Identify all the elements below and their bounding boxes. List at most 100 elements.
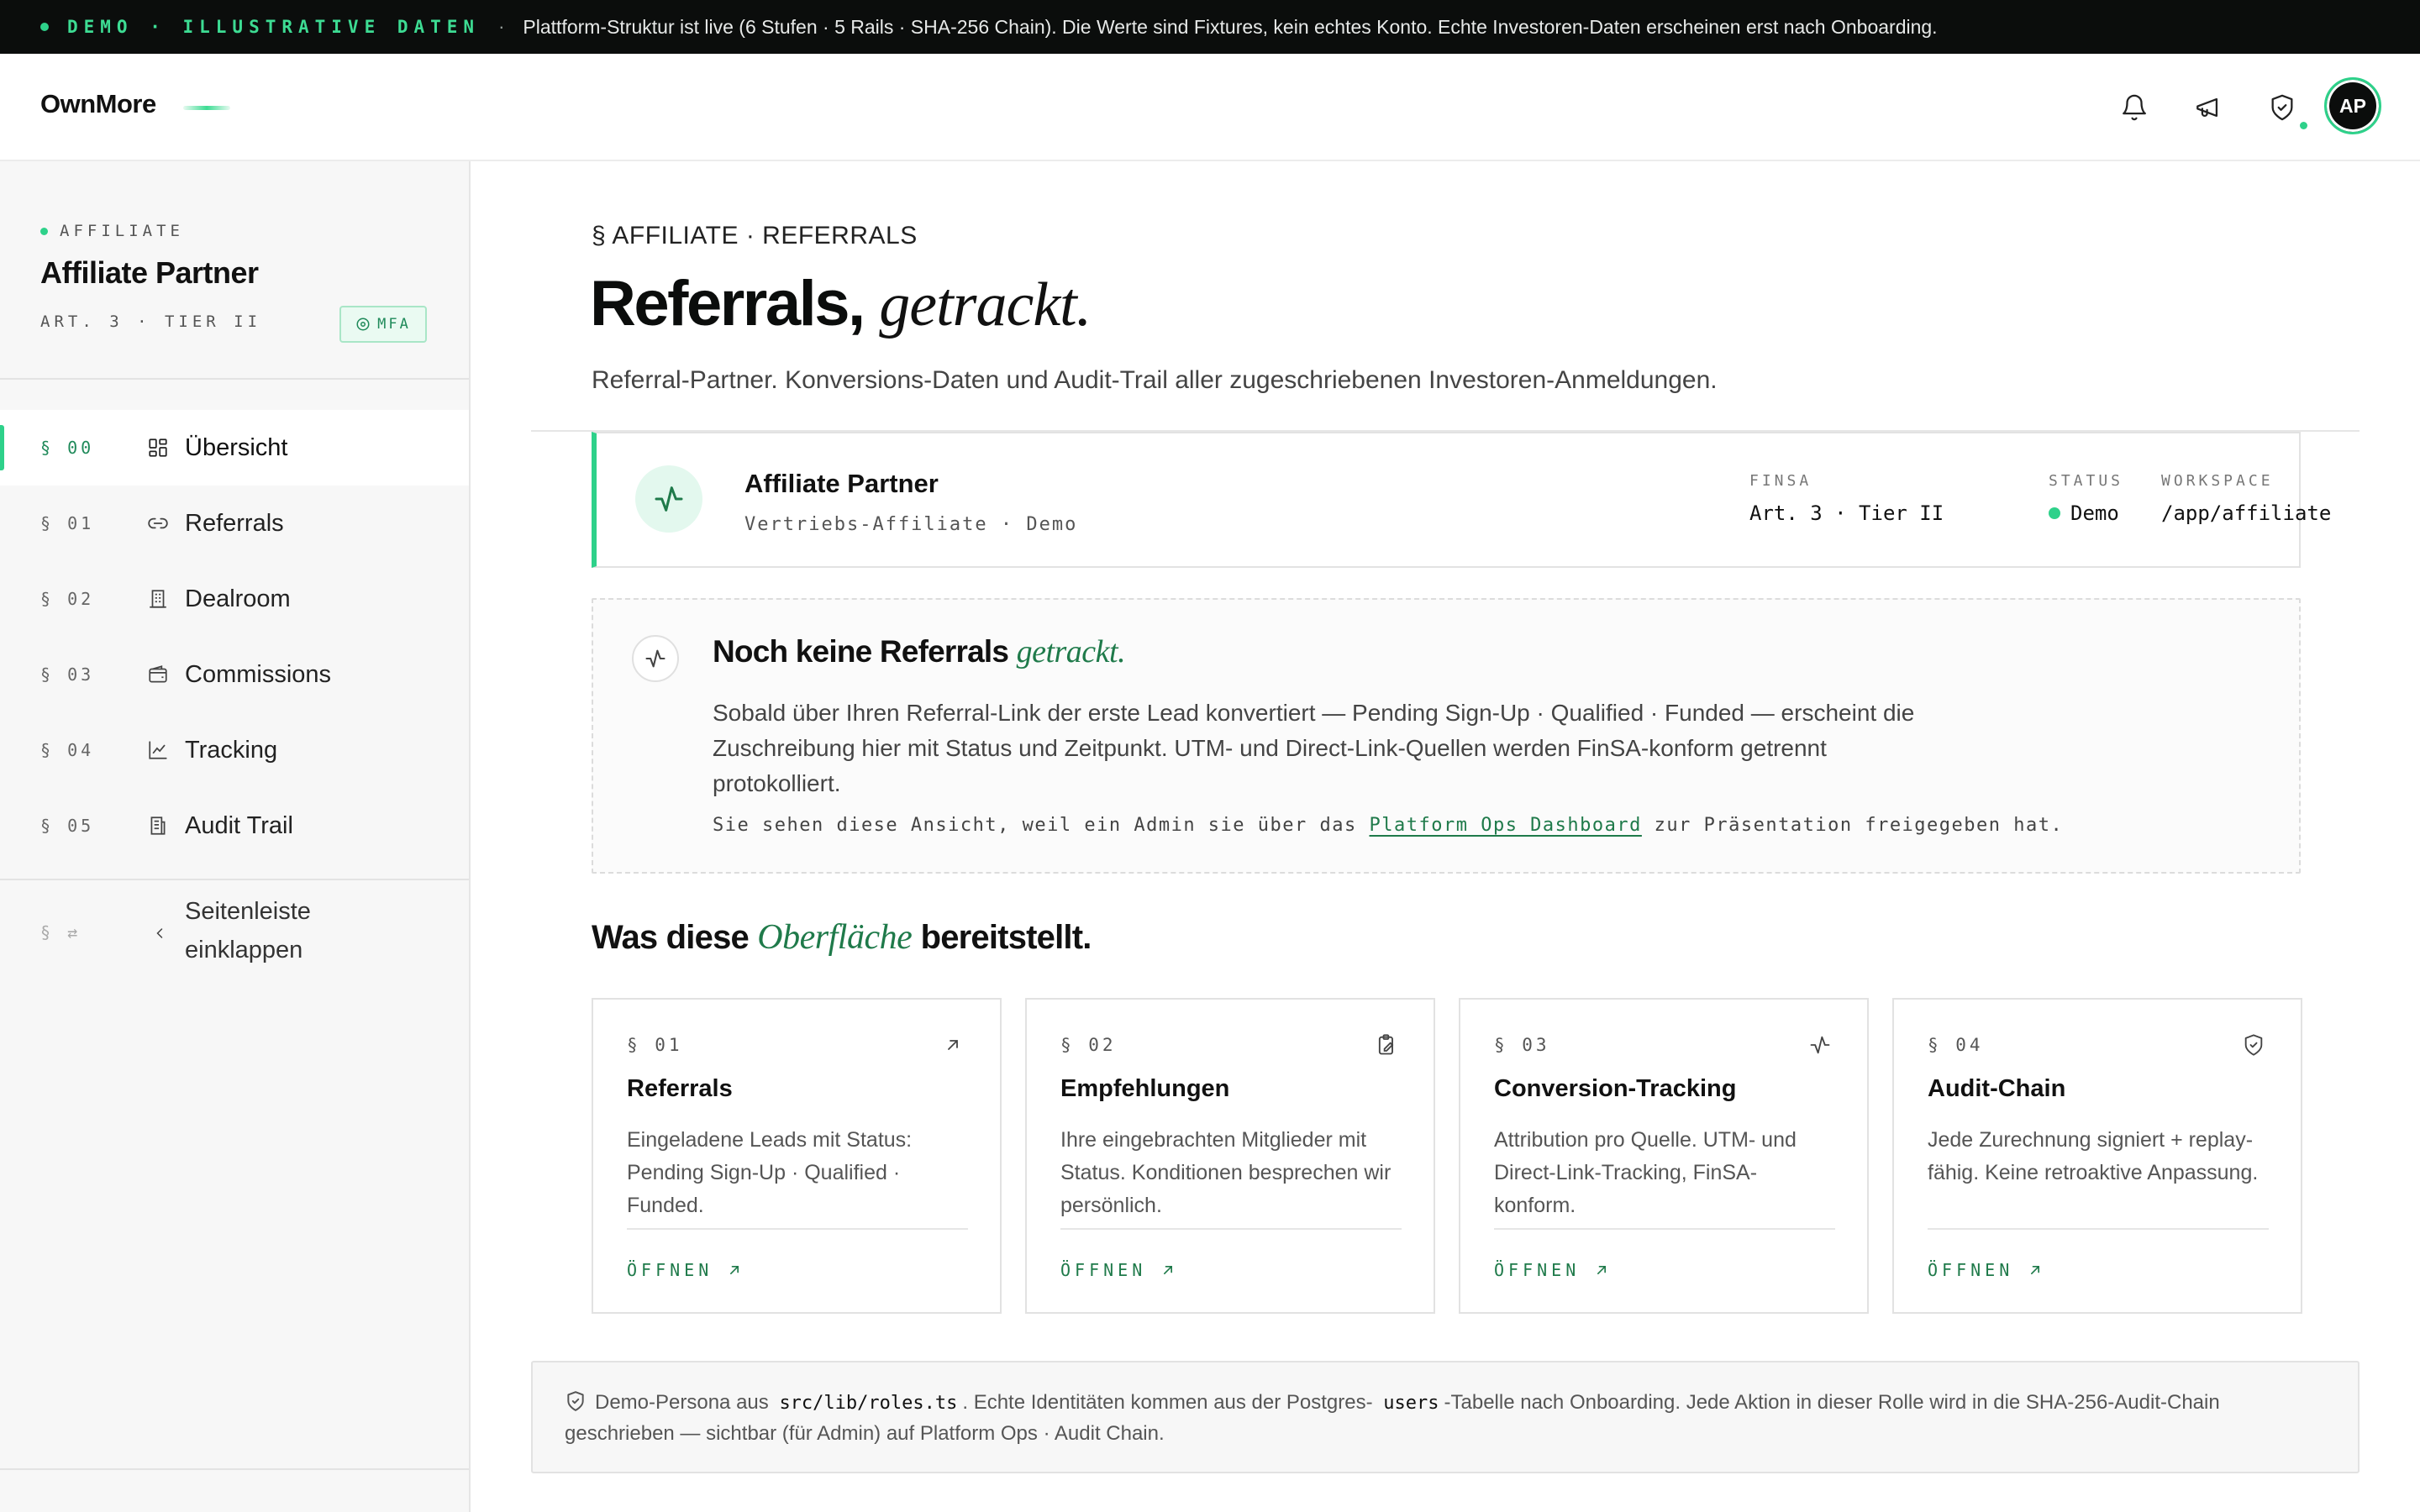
nav-label: Referrals	[185, 509, 284, 537]
profile-card: Affiliate Partner Vertriebs-Affiliate · …	[592, 432, 2331, 568]
open-link[interactable]: ÖFFNEN	[627, 1260, 743, 1280]
open-label: ÖFFNEN	[1060, 1260, 1147, 1280]
feature-card-conversion-tracking[interactable]: § 03 Conversion-Tracking Attribution pro…	[1459, 998, 1869, 1314]
card-number: § 03	[1494, 1035, 1550, 1055]
empty-title-strong: Noch keine Referrals	[713, 634, 1009, 669]
open-label: ÖFFNEN	[1928, 1260, 2014, 1280]
shield-check-icon[interactable]	[2262, 87, 2302, 128]
nav-number: § 01	[40, 513, 95, 533]
nav-label: Commissions	[185, 660, 332, 688]
card-number: § 04	[1928, 1035, 1984, 1055]
top-header: OwnMore AP	[0, 54, 2420, 161]
demo-persona-footnote: Demo-Persona aus src/lib/roles.ts. Echte…	[531, 1361, 2360, 1473]
meta-finsa: FINSA Art. 3 · Tier II	[1749, 472, 1944, 525]
open-label: ÖFFNEN	[1494, 1260, 1581, 1280]
banner-separator: ·	[498, 16, 505, 37]
page-title-strong: Referrals,	[590, 268, 865, 339]
card-divider	[627, 1228, 968, 1230]
profile-subtitle: Vertriebs-Affiliate · Demo	[744, 514, 1078, 535]
nav-label: Übersicht	[185, 433, 288, 461]
meta-value: Art. 3 · Tier II	[1749, 501, 1944, 525]
sidebar-collapse-button[interactable]: § ⇄ Seitenleiste einklappen	[0, 892, 469, 976]
empty-state-note: Sie sehen diese Ansicht, weil ein Admin …	[713, 815, 2063, 836]
card-body: Eingeladene Leads mit Status: Pending Si…	[627, 1128, 913, 1217]
arrow-up-right-icon	[1164, 1266, 1173, 1274]
meta-key: FINSA	[1749, 472, 1812, 490]
platform-ops-dashboard-link[interactable]: Platform Ops Dashboard	[1370, 815, 1642, 836]
card-title: Referrals	[627, 1075, 733, 1102]
section-title-before: Was diese	[592, 919, 750, 956]
open-link[interactable]: ÖFFNEN	[1060, 1260, 1176, 1280]
nav-label: Audit Trail	[185, 811, 293, 839]
feature-card-referrals[interactable]: § 01 Referrals Eingeladene Leads mit Sta…	[592, 998, 1002, 1314]
chart-line-icon	[146, 738, 170, 762]
demo-tag: DEMO · ILLUSTRATIVE DATEN	[67, 17, 481, 37]
note-text: zur Präsentation freigegeben hat.	[1654, 815, 2064, 836]
arrow-up-right-icon	[939, 1032, 966, 1058]
demo-banner: DEMO · ILLUSTRATIVE DATEN · Plattform-St…	[0, 0, 2420, 54]
shield-check-icon	[2240, 1032, 2267, 1058]
sidebar-divider	[0, 1468, 469, 1470]
check-circle-icon	[356, 318, 370, 331]
page-lead: Referral-Partner. Konversions-Daten und …	[592, 366, 1718, 394]
sidebar-role: AFFILIATE	[40, 222, 184, 240]
card-number: § 02	[1060, 1035, 1117, 1055]
nav-label: Dealroom	[185, 585, 291, 612]
avatar[interactable]: AP	[2324, 77, 2381, 134]
chevron-left-icon	[151, 922, 168, 948]
logo[interactable]: OwnMore	[40, 89, 156, 119]
sidebar-item-dealroom[interactable]: § 02 Dealroom	[0, 561, 469, 637]
nav-number: § ⇄	[40, 922, 82, 942]
sidebar-item-uebersicht[interactable]: § 00 Übersicht	[0, 410, 469, 486]
sidebar-item-commissions[interactable]: § 03 Commissions	[0, 637, 469, 712]
card-body: Attribution pro Quelle. UTM- und Direct-…	[1494, 1128, 1797, 1217]
page-title: Referrals, getrackt.	[590, 267, 1092, 341]
profile-name: Affiliate Partner	[744, 469, 939, 498]
arrow-up-right-icon	[1597, 1266, 1607, 1274]
activity-icon	[1807, 1032, 1833, 1058]
card-number: § 01	[627, 1035, 683, 1055]
empty-title-italic: getrackt.	[1016, 634, 1126, 669]
card-divider	[1928, 1228, 2269, 1230]
feature-card-empfehlungen[interactable]: § 02 Empfehlungen Ihre eingebrachten Mit…	[1025, 998, 1435, 1314]
nav-number: § 00	[40, 438, 95, 458]
wallet-icon	[146, 663, 170, 686]
grid-icon	[146, 436, 170, 459]
card-body: Jede Zurechnung signiert + replay-fähig.…	[1928, 1128, 2259, 1184]
section-title-after: bereitstellt.	[920, 919, 1092, 956]
footnote-part: Demo-Persona aus	[595, 1391, 769, 1414]
sidebar: AFFILIATE Affiliate Partner ART. 3 · TIE…	[0, 161, 471, 1512]
banner-message: Plattform-Struktur ist live (6 Stufen · …	[523, 15, 1938, 38]
card-body: Ihre eingebrachten Mitglieder mit Status…	[1060, 1128, 1392, 1217]
role-label: AFFILIATE	[60, 222, 184, 240]
nav-label: Tracking	[185, 736, 278, 764]
mfa-label: MFA	[377, 316, 411, 333]
meta-value-text: Art. 3 · Tier II	[1749, 501, 1944, 525]
nav-number: § 05	[40, 816, 95, 836]
meta-key: WORKSPACE	[2161, 472, 2274, 490]
breadcrumb: § AFFILIATE · REFERRALS	[592, 222, 918, 249]
sidebar-title: Affiliate Partner	[40, 255, 259, 290]
sidebar-subtitle: ART. 3 · TIER II	[40, 312, 262, 331]
main-content: § AFFILIATE · REFERRALS Referrals, getra…	[472, 161, 2420, 1512]
open-link[interactable]: ÖFFNEN	[1494, 1260, 1610, 1280]
nav-number: § 04	[40, 740, 95, 760]
open-link[interactable]: ÖFFNEN	[1928, 1260, 2044, 1280]
megaphone-icon[interactable]	[2188, 87, 2228, 128]
bell-icon[interactable]	[2114, 87, 2154, 128]
meta-status: STATUS Demo	[2049, 472, 2123, 525]
receipt-icon	[146, 814, 170, 837]
meta-value: Demo	[2049, 501, 2123, 525]
sidebar-divider	[0, 879, 469, 880]
section-title-italic: Oberfläche	[757, 918, 913, 957]
shield-check-icon	[567, 1391, 584, 1411]
sidebar-item-tracking[interactable]: § 04 Tracking	[0, 712, 469, 788]
sidebar-item-referrals[interactable]: § 01 Referrals	[0, 486, 469, 561]
note-text: Sie sehen diese Ansicht, weil ein Admin …	[713, 815, 1357, 836]
feature-card-audit-chain[interactable]: § 04 Audit-Chain Jede Zurechnung signier…	[1892, 998, 2302, 1314]
sidebar-divider	[0, 378, 469, 380]
footnote-part: . Echte Identitäten kommen aus der Postg…	[962, 1391, 1373, 1414]
sidebar-item-audit-trail[interactable]: § 05 Audit Trail	[0, 788, 469, 864]
open-label: ÖFFNEN	[627, 1260, 713, 1280]
security-status-dot	[2300, 122, 2307, 129]
